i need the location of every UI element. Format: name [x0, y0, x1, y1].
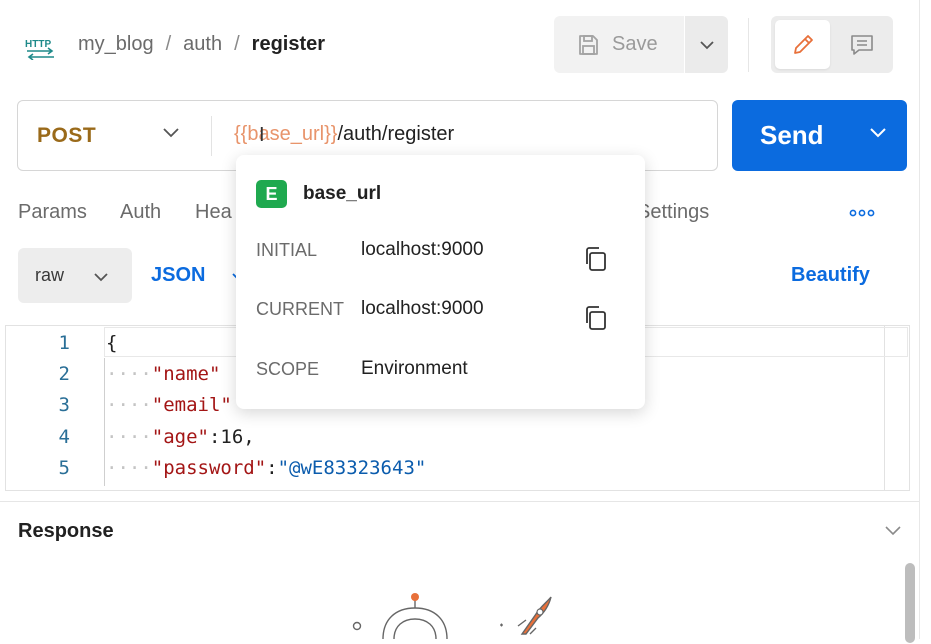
- save-label: Save: [612, 33, 658, 55]
- code-line: {: [106, 332, 118, 354]
- line-number: 5: [58, 457, 70, 479]
- beautify-button[interactable]: Beautify: [791, 264, 870, 287]
- tab-headers[interactable]: Hea: [195, 201, 232, 224]
- initial-label: INITIAL: [256, 240, 318, 260]
- code-line: ····"email": [106, 394, 232, 416]
- method-url-divider: [211, 116, 212, 156]
- breadcrumb-separator: /: [165, 33, 172, 55]
- code-line: ····"password":"@wE83323643": [106, 457, 427, 479]
- current-label: CURRENT: [256, 299, 344, 319]
- scope-label: SCOPE: [256, 359, 320, 379]
- copy-initial-button[interactable]: [582, 245, 610, 278]
- text-cursor-icon: I: [259, 124, 265, 146]
- tab-auth[interactable]: Auth: [120, 201, 161, 224]
- body-mode-label: raw: [35, 265, 65, 285]
- pencil-icon: [793, 34, 813, 54]
- header-divider: [748, 18, 749, 72]
- send-dropdown-button[interactable]: [869, 126, 887, 144]
- url-path: /auth/register: [337, 123, 455, 145]
- current-value: localhost:9000: [361, 298, 484, 319]
- save-dropdown-button[interactable]: [685, 16, 728, 73]
- url-input[interactable]: {{base_url}}/auth/register: [234, 123, 454, 146]
- line-number: 1: [58, 332, 70, 354]
- svg-text:HTTP: HTTP: [25, 39, 51, 50]
- copy-icon: [586, 247, 606, 271]
- save-button[interactable]: Save: [554, 16, 684, 73]
- breadcrumb-separator: /: [234, 33, 240, 55]
- url-variable[interactable]: {{base_url}}: [234, 123, 337, 145]
- send-label: Send: [760, 120, 824, 150]
- body-format-select[interactable]: JSON: [151, 264, 205, 287]
- http-method-select[interactable]: POST: [37, 124, 96, 148]
- response-title: Response: [18, 520, 114, 542]
- tab-params[interactable]: Params: [18, 201, 87, 224]
- initial-value: localhost:9000: [361, 239, 484, 260]
- panel-border: [919, 0, 920, 639]
- environment-badge: E: [256, 180, 287, 208]
- http-icon: HTTP: [24, 32, 58, 61]
- chevron-down-icon: [699, 40, 714, 49]
- save-icon: [579, 34, 598, 55]
- code-line: ····"age":16,: [106, 426, 255, 448]
- chevron-down-icon[interactable]: [162, 126, 180, 144]
- copy-icon: [586, 306, 606, 330]
- indent-guide: [104, 358, 105, 486]
- tab-settings[interactable]: Settings: [637, 201, 709, 224]
- comment-icon: [850, 34, 873, 55]
- copy-current-button[interactable]: [582, 304, 610, 337]
- line-number: 4: [58, 426, 70, 448]
- comments-button[interactable]: [834, 20, 889, 69]
- chevron-down-icon: [870, 128, 886, 138]
- response-divider: [0, 501, 920, 502]
- scrollbar-thumb[interactable]: [905, 563, 915, 643]
- line-number: 2: [58, 363, 70, 385]
- scope-value: Environment: [361, 358, 468, 379]
- chevron-down-icon[interactable]: [884, 524, 902, 542]
- line-number: 3: [58, 394, 70, 416]
- code-line: ····"name": [106, 363, 221, 385]
- chevron-down-icon: [93, 269, 109, 287]
- breadcrumb: my_blog / auth / register: [78, 33, 325, 56]
- variable-name: base_url: [303, 183, 382, 204]
- empty-response-illustration: [350, 588, 560, 644]
- save-button-group: Save: [554, 16, 728, 73]
- more-options-icon[interactable]: [849, 206, 875, 224]
- breadcrumb-collection[interactable]: my_blog: [78, 33, 154, 56]
- breadcrumb-folder[interactable]: auth: [183, 33, 222, 56]
- edit-mode-button[interactable]: [775, 20, 830, 69]
- breadcrumb-request-name[interactable]: register: [252, 33, 325, 56]
